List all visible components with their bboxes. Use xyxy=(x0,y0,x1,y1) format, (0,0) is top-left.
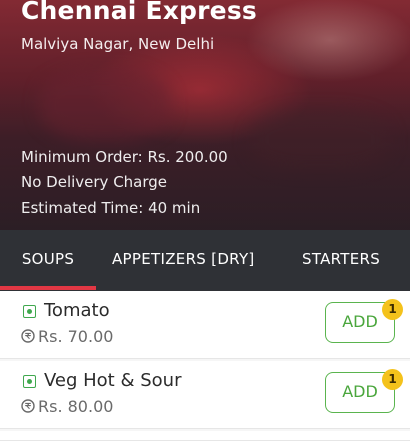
tab-soups[interactable]: SOUPS xyxy=(0,230,96,291)
estimated-time: Estimated Time: 40 min xyxy=(21,199,201,217)
active-tab-indicator xyxy=(0,286,96,290)
menu-item: Tomato Rs. 70.00 ADD 1 xyxy=(0,291,410,359)
tab-starters[interactable]: STARTERS xyxy=(302,230,380,291)
menu-list: Tomato Rs. 70.00 ADD 1 Veg Hot & Sour Rs… xyxy=(0,291,410,441)
item-name: Veg Hot & Sour xyxy=(44,370,182,391)
veg-icon xyxy=(23,375,36,388)
rupee-coin-icon xyxy=(21,329,35,343)
item-name: Tomato xyxy=(44,300,110,321)
veg-icon xyxy=(23,305,36,318)
restaurant-location: Malviya Nagar, New Delhi xyxy=(21,35,215,53)
item-price: Rs. 70.00 xyxy=(38,327,114,346)
category-tabs: SOUPS APPETIZERS [DRY] STARTERS xyxy=(0,230,410,291)
minimum-order: Minimum Order: Rs. 200.00 xyxy=(21,148,228,166)
tab-appetizers-dry[interactable]: APPETIZERS [DRY] xyxy=(112,230,255,291)
item-price: Rs. 80.00 xyxy=(38,397,114,416)
quantity-badge: 1 xyxy=(382,369,403,390)
delivery-charge: No Delivery Charge xyxy=(21,173,168,191)
restaurant-header: Chennai Express Malviya Nagar, New Delhi… xyxy=(0,0,410,230)
quantity-badge: 1 xyxy=(382,299,403,320)
rupee-coin-icon xyxy=(21,399,35,413)
restaurant-name: Chennai Express xyxy=(21,0,257,25)
menu-item-partial xyxy=(0,431,410,441)
menu-item: Veg Hot & Sour Rs. 80.00 ADD 1 xyxy=(0,361,410,429)
